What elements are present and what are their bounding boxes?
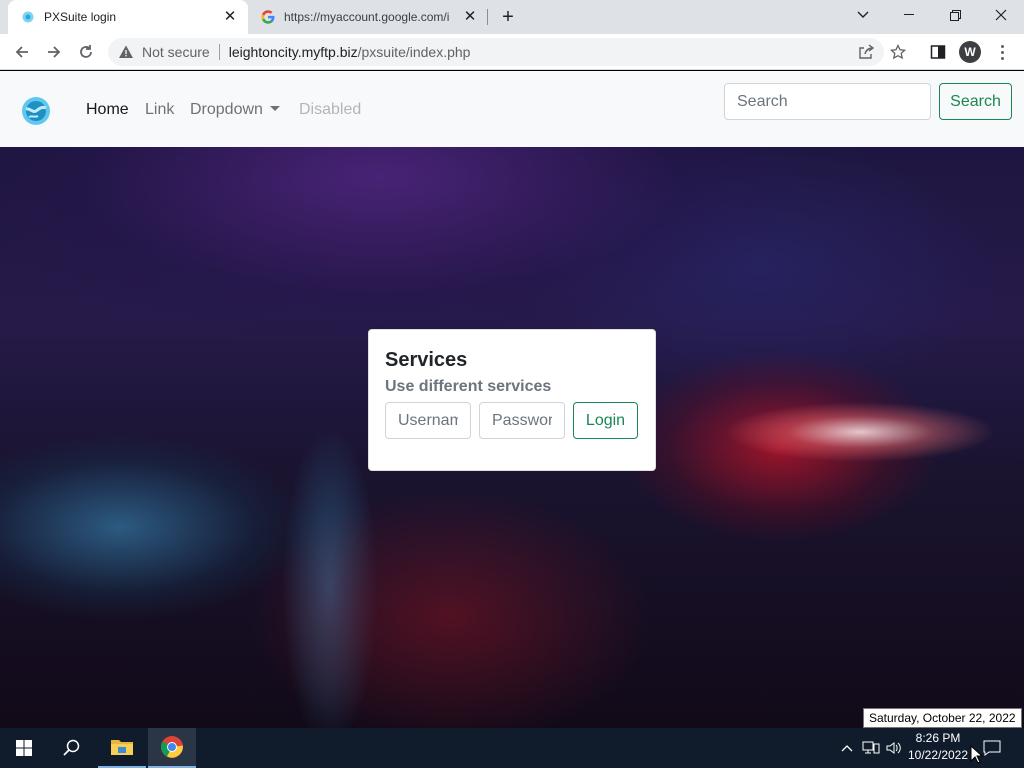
- tab-divider: [487, 9, 488, 25]
- windows-taskbar: 8:26 PM 10/22/2022: [0, 728, 1024, 768]
- address-divider: [218, 44, 220, 60]
- site-navbar: Home Link Dropdown Disabled Search: [0, 71, 1024, 147]
- chrome-taskbar-icon[interactable]: [148, 728, 196, 768]
- login-form: Login: [385, 402, 638, 439]
- windows-start-icon[interactable]: [0, 728, 48, 768]
- close-window-icon[interactable]: [978, 0, 1024, 30]
- clock-date: 10/22/2022: [907, 748, 969, 762]
- tab-title: PXSuite login: [44, 10, 117, 24]
- mouse-cursor-icon: [970, 745, 984, 764]
- card-title: Services: [385, 349, 468, 371]
- login-button[interactable]: Login: [573, 402, 638, 439]
- warning-triangle-icon[interactable]: [118, 44, 134, 60]
- security-label[interactable]: Not secure: [142, 44, 210, 60]
- side-panel-icon[interactable]: [926, 40, 950, 64]
- show-hidden-icons-chevron-icon[interactable]: [837, 738, 857, 758]
- login-card: Services Use different services Login: [368, 329, 656, 471]
- reload-icon[interactable]: [72, 38, 100, 66]
- password-field[interactable]: [479, 402, 565, 439]
- bookmark-star-icon[interactable]: [886, 40, 910, 64]
- search-input[interactable]: [724, 83, 931, 120]
- taskbar-clock[interactable]: 8:26 PM 10/22/2022: [906, 730, 970, 766]
- tab-search-chevron-icon[interactable]: [840, 0, 886, 30]
- network-icon[interactable]: [861, 738, 881, 758]
- search-button[interactable]: Search: [939, 83, 1012, 120]
- restore-icon[interactable]: [932, 0, 978, 30]
- close-tab-icon[interactable]: ✕: [462, 9, 478, 25]
- profile-avatar[interactable]: W: [959, 41, 981, 63]
- file-explorer-icon[interactable]: [98, 728, 146, 768]
- tab-google-account[interactable]: https://myaccount.google.com/i ✕: [252, 0, 488, 34]
- share-icon[interactable]: [854, 40, 878, 64]
- url-path: /pxsuite/index.php: [357, 44, 471, 60]
- globe-favicon-icon: [20, 9, 36, 25]
- forward-arrow-icon[interactable]: [40, 38, 68, 66]
- date-tooltip: Saturday, October 22, 2022: [863, 708, 1022, 728]
- volume-icon[interactable]: [884, 738, 904, 758]
- new-tab-plus-icon[interactable]: +: [498, 7, 518, 27]
- tab-pxsuite-login[interactable]: PXSuite login ✕: [8, 0, 248, 34]
- brand-logo-icon[interactable]: [21, 96, 51, 126]
- back-arrow-icon[interactable]: [8, 38, 36, 66]
- search-magnifier-icon[interactable]: [48, 728, 96, 768]
- minimize-icon[interactable]: [886, 0, 932, 30]
- nav-disabled-link: Disabled: [299, 101, 362, 118]
- menu-kebab-icon[interactable]: [992, 40, 1012, 64]
- card-subtitle: Use different services: [385, 378, 552, 395]
- nav-link[interactable]: Link: [145, 100, 174, 120]
- tab-title: https://myaccount.google.com/i: [284, 10, 450, 24]
- address-bar[interactable]: Not secure leightoncity.myftp.biz/pxsuit…: [108, 38, 884, 66]
- close-tab-icon[interactable]: ✕: [222, 9, 238, 25]
- nav-home-link[interactable]: Home: [86, 100, 129, 120]
- url-host: leightoncity.myftp.biz: [228, 44, 358, 60]
- nav-dropdown-label: Dropdown: [190, 101, 263, 118]
- caret-down-icon: [269, 106, 280, 111]
- clock-time: 8:26 PM: [915, 731, 961, 745]
- username-field[interactable]: [385, 402, 471, 439]
- action-center-icon[interactable]: [982, 738, 1002, 758]
- tab-strip: PXSuite login ✕ https://myaccount.google…: [0, 0, 1024, 34]
- browser-toolbar: Not secure leightoncity.myftp.biz/pxsuit…: [0, 34, 1024, 70]
- nav-dropdown-toggle[interactable]: Dropdown: [190, 100, 280, 120]
- google-favicon-icon: [260, 9, 276, 25]
